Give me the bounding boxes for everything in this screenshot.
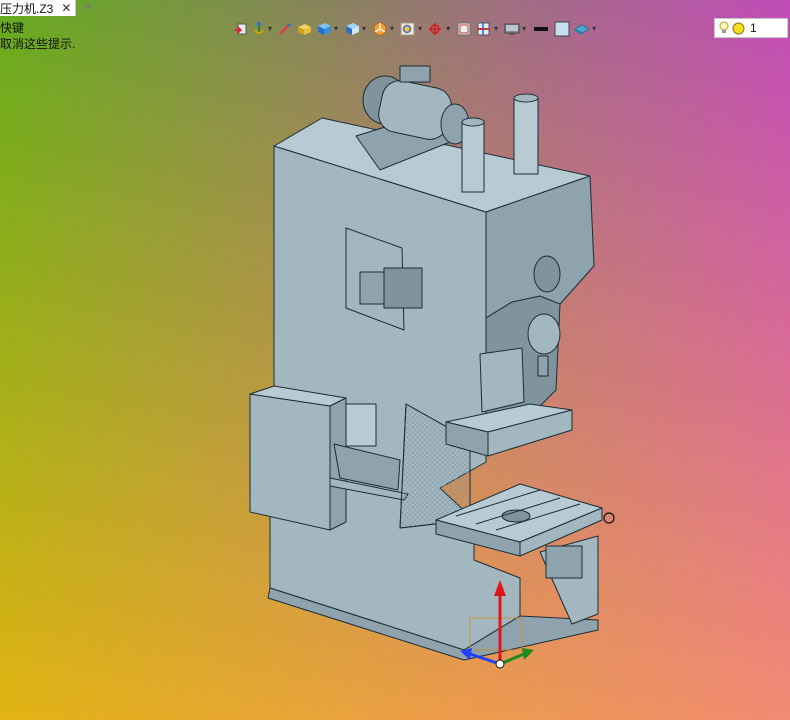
pen-icon xyxy=(278,22,292,36)
pie-section-icon xyxy=(373,22,387,36)
zoom-fit-icon xyxy=(400,22,415,36)
hint-line-2[interactable]: 取消这些提示. xyxy=(0,36,75,52)
anchor-button[interactable]: ▾ xyxy=(250,18,276,40)
pie-section-button[interactable]: ▾ xyxy=(370,18,398,40)
view-toolbar: ▾ ▾ ▾ ▾ ▾ ▾ ▾ ▾ ▾ xyxy=(232,18,600,40)
box-render-icon xyxy=(346,23,360,35)
electric-cabinet xyxy=(249,393,331,531)
layer-number: 1 xyxy=(750,21,757,35)
chevron-down-icon: ▾ xyxy=(494,24,499,33)
box-yellow-icon xyxy=(298,24,312,35)
lightbulb-icon xyxy=(719,21,729,33)
color-swatch-button[interactable] xyxy=(552,18,572,40)
chevron-down-icon: ▾ xyxy=(446,24,451,33)
hint-line-1: 快键 xyxy=(0,21,25,35)
anchor-icon xyxy=(254,22,264,34)
document-tab[interactable]: 压力机.Z3 ✕ xyxy=(0,0,77,16)
chevron-down-icon: ▾ xyxy=(334,24,339,33)
layer-plane-icon xyxy=(574,24,591,35)
box-blue-button[interactable]: ▾ xyxy=(314,18,342,40)
color-swatch-icon xyxy=(554,21,570,37)
viewport-background xyxy=(0,0,790,720)
box-yellow-button[interactable] xyxy=(294,18,314,40)
axis-pivot-button[interactable]: ▾ xyxy=(426,18,454,40)
line-style-icon xyxy=(534,27,549,31)
document-tabbar: 压力机.Z3 ✕ + xyxy=(0,0,120,16)
chevron-down-icon: ▾ xyxy=(268,24,273,33)
chevron-down-icon: ▾ xyxy=(390,24,395,33)
3d-viewport[interactable] xyxy=(0,0,790,720)
axis-pivot-icon xyxy=(429,23,442,35)
view-to-plane-icon xyxy=(235,23,247,35)
box-blue-icon xyxy=(318,23,332,35)
frame-opening xyxy=(533,255,561,293)
layer-selector[interactable]: 1 xyxy=(714,18,788,38)
monitor-button[interactable]: ▾ xyxy=(502,18,530,40)
pen-button[interactable] xyxy=(276,18,294,40)
monitor-icon xyxy=(504,23,520,35)
line-style-button[interactable] xyxy=(530,18,552,40)
chevron-down-icon: ▾ xyxy=(362,24,367,33)
shortcut-hint: 快键 取消这些提示. xyxy=(0,20,75,52)
ram-housing xyxy=(479,347,525,413)
yellow-dot-icon xyxy=(732,22,745,34)
cylinder-right xyxy=(513,93,539,175)
view-to-plane-button[interactable] xyxy=(232,18,250,40)
section-plane-icon xyxy=(477,22,490,36)
chevron-down-icon: ▾ xyxy=(418,24,423,33)
plus-icon[interactable]: + xyxy=(76,0,100,16)
close-icon[interactable]: ✕ xyxy=(61,1,71,15)
box-render-button[interactable]: ▾ xyxy=(342,18,370,40)
zoom-fit-button[interactable]: ▾ xyxy=(398,18,426,40)
section-plane-button[interactable]: ▾ xyxy=(474,18,502,40)
document-tab-title: 压力机.Z3 xyxy=(0,1,54,16)
chevron-down-icon: ▾ xyxy=(522,24,527,33)
chevron-down-icon: ▾ xyxy=(592,24,597,33)
frame-icon xyxy=(457,22,471,36)
cylinder-left xyxy=(461,117,485,193)
layer-plane-button[interactable]: ▾ xyxy=(572,18,600,40)
frame-button[interactable] xyxy=(454,18,474,40)
valve-block xyxy=(359,267,423,309)
